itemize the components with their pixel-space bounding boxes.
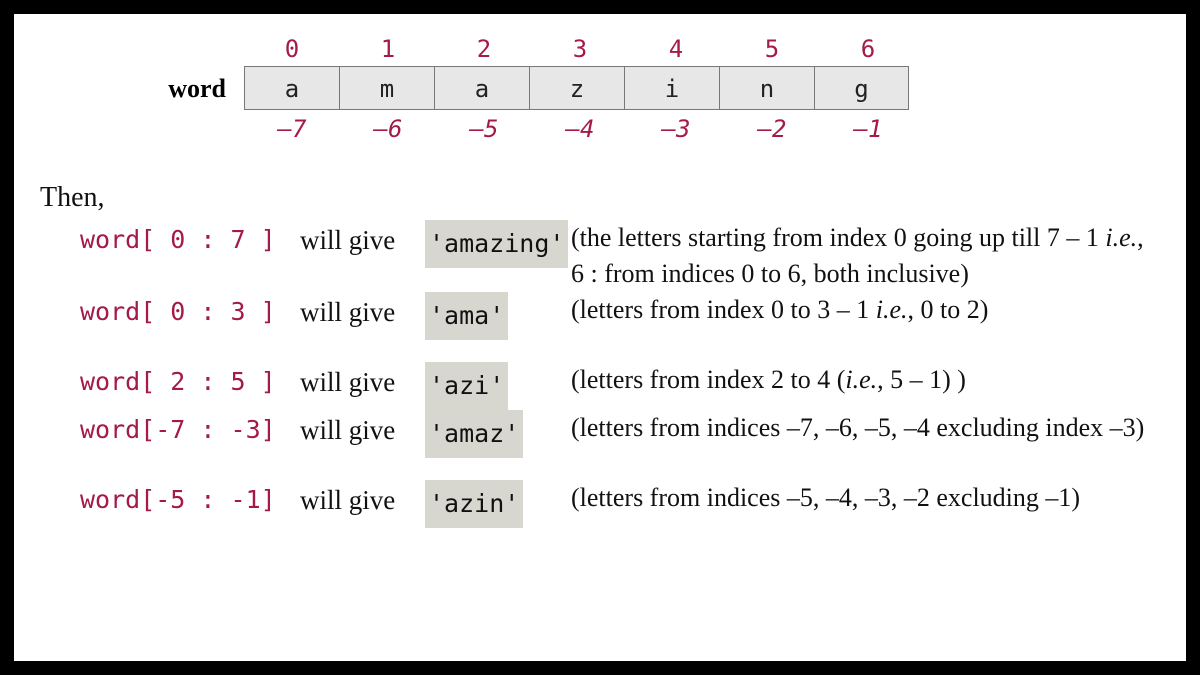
- neg-idx: –4: [532, 112, 628, 146]
- example-row: word[ 0 : 3 ] will give 'ama' (letters f…: [80, 292, 1160, 340]
- result-literal: 'ama': [425, 292, 508, 340]
- letter-cell: m: [339, 66, 434, 110]
- slice-code: word[ 2 : 5 ]: [80, 362, 300, 402]
- pos-idx: 6: [820, 32, 916, 66]
- will-give: will give: [300, 292, 425, 332]
- will-give: will give: [300, 220, 425, 260]
- slice-code: word[ 0 : 7 ]: [80, 220, 300, 260]
- pos-idx: 1: [340, 32, 436, 66]
- pos-idx: 3: [532, 32, 628, 66]
- example-row: word[ 0 : 7 ] will give 'amazing' (the l…: [80, 220, 1160, 292]
- neg-idx: –7: [244, 112, 340, 146]
- example-row: word[-5 : -1] will give 'azin' (letters …: [80, 480, 1160, 528]
- slice-explanation: (letters from indices –5, –4, –3, –2 exc…: [571, 480, 1160, 516]
- pos-idx: 4: [628, 32, 724, 66]
- result-literal: 'amaz': [425, 410, 523, 458]
- positive-index-row: 0 1 2 3 4 5 6: [244, 32, 916, 66]
- neg-idx: –6: [340, 112, 436, 146]
- letter-row: a m a z i n g: [244, 66, 909, 112]
- example-row: word[-7 : -3] will give 'amaz' (letters …: [80, 410, 1160, 458]
- pos-idx: 5: [724, 32, 820, 66]
- pos-idx: 2: [436, 32, 532, 66]
- will-give: will give: [300, 410, 425, 450]
- neg-idx: –5: [436, 112, 532, 146]
- neg-idx: –3: [628, 112, 724, 146]
- pos-idx: 0: [244, 32, 340, 66]
- slice-result: 'azi': [425, 362, 571, 410]
- slice-result: 'ama': [425, 292, 571, 340]
- result-literal: 'azin': [425, 480, 523, 528]
- will-give: will give: [300, 480, 425, 520]
- result-literal: 'amazing': [425, 220, 568, 268]
- slice-explanation: (the letters starting from index 0 going…: [571, 220, 1160, 292]
- negative-index-row: –7 –6 –5 –4 –3 –2 –1: [244, 112, 916, 146]
- page: 0 1 2 3 4 5 6 word a m a z i n g: [14, 14, 1186, 661]
- letter-cell: g: [814, 66, 909, 110]
- slice-code: word[-5 : -1]: [80, 480, 300, 520]
- slice-code: word[ 0 : 3 ]: [80, 292, 300, 332]
- slice-result: 'amazing': [425, 220, 571, 268]
- letter-cell: a: [244, 66, 339, 110]
- then-text: Then,: [40, 182, 1160, 214]
- letter-cell: n: [719, 66, 814, 110]
- examples: word[ 0 : 7 ] will give 'amazing' (the l…: [40, 220, 1160, 528]
- index-diagram: 0 1 2 3 4 5 6 word a m a z i n g: [120, 32, 940, 146]
- slice-explanation: (letters from index 2 to 4 (i.e., 5 – 1)…: [571, 362, 1160, 398]
- result-literal: 'azi': [425, 362, 508, 410]
- letter-cell: z: [529, 66, 624, 110]
- word-label: word: [120, 66, 244, 112]
- will-give: will give: [300, 362, 425, 402]
- slice-code: word[-7 : -3]: [80, 410, 300, 450]
- neg-idx: –2: [724, 112, 820, 146]
- letter-cell: a: [434, 66, 529, 110]
- slice-explanation: (letters from indices –7, –6, –5, –4 exc…: [571, 410, 1160, 446]
- slice-explanation: (letters from index 0 to 3 – 1 i.e., 0 t…: [571, 292, 1160, 328]
- slice-result: 'azin': [425, 480, 571, 528]
- letter-cell: i: [624, 66, 719, 110]
- slice-result: 'amaz': [425, 410, 571, 458]
- neg-idx: –1: [820, 112, 916, 146]
- example-row: word[ 2 : 5 ] will give 'azi' (letters f…: [80, 362, 1160, 410]
